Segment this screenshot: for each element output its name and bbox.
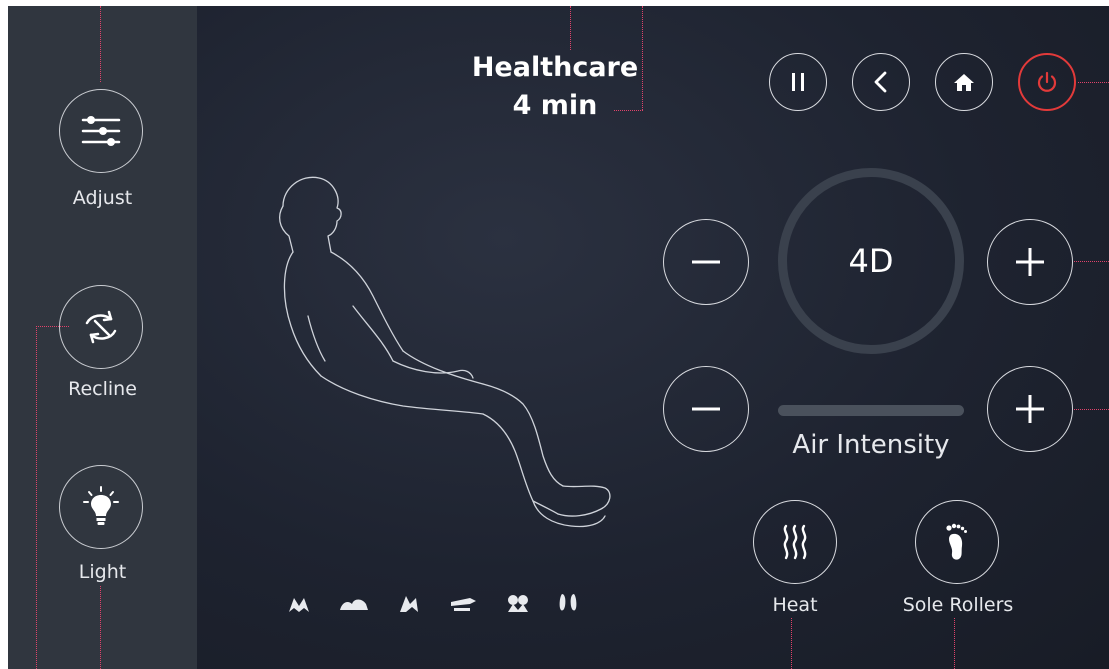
hands-icon-1: [286, 592, 312, 618]
back-icon: [874, 71, 887, 93]
air-intensity-bar[interactable]: [778, 405, 964, 416]
4d-increase-button[interactable]: [987, 219, 1073, 305]
air-intensity-label: Air Intensity: [792, 430, 950, 460]
recline-button[interactable]: [59, 285, 143, 369]
annotation-line-adjust: [100, 6, 101, 82]
annotation-line-light: [100, 586, 101, 669]
hands-icon-4: [448, 592, 478, 618]
annotation-line-time-v: [642, 6, 643, 110]
4d-mode-label: 4D: [848, 242, 894, 280]
hands-icon-2: [338, 592, 370, 618]
air-increase-button[interactable]: [987, 366, 1073, 452]
program-name: Healthcare: [471, 52, 639, 83]
home-button[interactable]: [935, 53, 993, 111]
massage-chair-screen: Adjust Recline Light Healthcare 4 min 4D…: [8, 6, 1109, 669]
adjust-button[interactable]: [59, 89, 143, 173]
power-button[interactable]: [1018, 53, 1076, 111]
sole-rollers-button[interactable]: [915, 500, 999, 584]
annotation-line-time-h: [614, 110, 643, 111]
hands-icon-3: [396, 592, 422, 618]
sole-rollers-label: Sole Rollers: [902, 594, 1014, 616]
annotation-line-heat: [791, 618, 792, 669]
plus-icon: [1016, 248, 1044, 276]
annotation-line-title: [570, 6, 571, 50]
footprint-icon: [946, 523, 967, 560]
annotation-line-recline-h: [36, 326, 69, 327]
power-icon: [1037, 71, 1057, 92]
annotation-line-power: [1078, 82, 1109, 83]
body-outline-illustration: [278, 176, 611, 528]
adjust-label: Adjust: [72, 187, 133, 209]
minus-icon: [692, 260, 720, 264]
heat-waves-icon: [783, 524, 807, 560]
heat-button[interactable]: [753, 500, 837, 584]
hands-icon-5: [504, 592, 532, 618]
recline-arrows-icon: [85, 310, 117, 344]
lightbulb-icon: [83, 486, 119, 525]
light-button[interactable]: [59, 465, 143, 549]
air-decrease-button[interactable]: [663, 366, 749, 452]
4d-decrease-button[interactable]: [663, 219, 749, 305]
pause-icon: [792, 73, 804, 91]
4d-intensity-ring: 4D: [778, 168, 964, 354]
feet-icon: [558, 592, 578, 618]
plus-icon: [1016, 395, 1044, 423]
heat-label: Heat: [772, 594, 818, 616]
sliders-icon: [81, 116, 121, 146]
minus-icon: [692, 407, 720, 411]
annotation-line-sole: [954, 618, 955, 669]
pause-button[interactable]: [769, 53, 827, 111]
massage-technique-icons: [286, 592, 578, 618]
program-time: 4 min: [512, 90, 598, 121]
home-icon: [954, 74, 974, 91]
back-button[interactable]: [852, 53, 910, 111]
annotation-line-recline-v: [36, 326, 37, 669]
annotation-line-4d-plus: [1074, 261, 1109, 262]
annotation-line-air-plus: [1074, 409, 1109, 410]
